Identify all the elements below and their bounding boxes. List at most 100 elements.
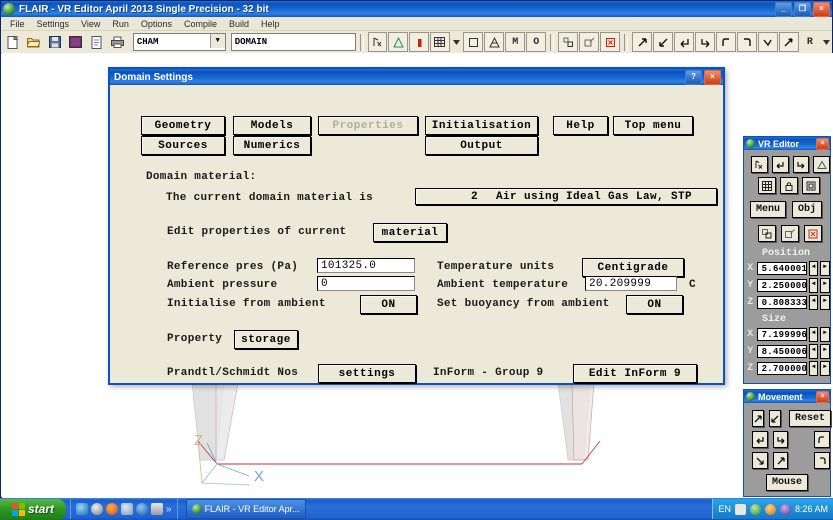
position-y-input[interactable]: 2.250000 (756, 279, 807, 292)
position-x-input[interactable]: 5.640001 (756, 262, 807, 275)
new-file-icon[interactable] (3, 32, 23, 52)
small-object-icon[interactable] (558, 32, 579, 52)
palette-icon[interactable] (66, 32, 86, 52)
menu-item-run[interactable]: Run (106, 18, 135, 30)
start-button[interactable]: start (0, 498, 66, 520)
ambient-temperature-input[interactable]: 20.209999 (585, 276, 677, 291)
volume-icon[interactable] (764, 503, 776, 515)
network-icon[interactable] (734, 503, 746, 515)
ambient-pressure-input[interactable]: 0 (317, 276, 415, 291)
movement-mouse-button[interactable]: Mouse (765, 474, 808, 491)
size-y-input[interactable]: 8.450006 (756, 345, 807, 358)
letter-o-icon[interactable]: O (526, 32, 547, 52)
firefox-icon[interactable] (106, 503, 118, 515)
rotate-left-icon[interactable] (716, 32, 736, 52)
triangle-icon[interactable] (388, 32, 409, 52)
move-up-icon[interactable] (772, 452, 789, 469)
size-z-input[interactable]: 2.700000 (756, 362, 807, 375)
initialisation-button[interactable]: Initialisation (425, 116, 538, 135)
arrow-return-right-icon[interactable] (695, 32, 716, 52)
vr-editor-close-button[interactable]: × (816, 138, 829, 150)
duplicate-object-icon[interactable] (758, 225, 776, 242)
current-material-field[interactable]: 2 Air using Ideal Gas Law, STP (415, 188, 717, 205)
arrow-return-left-icon[interactable] (674, 32, 695, 52)
position-z-decrement[interactable]: ◄ (808, 295, 819, 310)
cone-icon[interactable] (484, 32, 505, 52)
position-y-increment[interactable]: ► (820, 278, 831, 293)
position-x-increment[interactable]: ► (820, 261, 831, 276)
delete-icon[interactable] (804, 225, 822, 242)
size-x-decrement[interactable]: ◄ (808, 327, 819, 342)
notepad-icon[interactable] (151, 503, 163, 515)
grid-dropdown-arrow-icon[interactable] (451, 32, 462, 52)
cursor-probe-icon[interactable] (367, 32, 388, 52)
letter-m-icon[interactable]: M (505, 32, 526, 52)
tray-clock[interactable]: 8:26 AM (795, 504, 828, 514)
position-x-decrement[interactable]: ◄ (808, 261, 819, 276)
size-y-decrement[interactable]: ◄ (808, 344, 819, 359)
size-z-increment[interactable]: ► (820, 361, 831, 376)
close-button[interactable]: × (813, 2, 830, 17)
rotate-right-icon[interactable] (737, 32, 757, 52)
help-button[interactable]: Help (553, 116, 608, 135)
vr-menu-button[interactable]: Menu (750, 201, 787, 218)
top-menu-button[interactable]: Top menu (613, 116, 693, 135)
menu-item-options[interactable]: Options (135, 18, 178, 30)
menu-item-view[interactable]: View (75, 18, 106, 30)
move-return-right-icon[interactable] (772, 431, 789, 448)
taskbar-window-button[interactable]: FLAIR - VR Editor Apr... (185, 499, 306, 519)
menu-item-help[interactable]: Help (255, 18, 286, 30)
usb-icon[interactable] (779, 503, 791, 515)
import-arrow-icon[interactable] (771, 156, 789, 173)
size-x-increment[interactable]: ► (820, 327, 831, 342)
probe-tool-icon[interactable] (751, 156, 768, 173)
tray-language[interactable]: EN (718, 504, 731, 514)
msn-icon[interactable] (121, 503, 133, 515)
export-arrow-icon[interactable] (792, 156, 810, 173)
output-button[interactable]: Output (425, 136, 538, 155)
geometry-button[interactable]: Geometry (141, 116, 225, 135)
r-dropdown-arrow-icon[interactable] (821, 32, 832, 52)
menu-item-file[interactable]: File (4, 18, 31, 30)
arrow-wave-down-icon[interactable] (757, 32, 778, 52)
position-z-input[interactable]: 0.808333 (756, 296, 807, 309)
size-z-decrement[interactable]: ◄ (808, 361, 819, 376)
move-down-left-icon[interactable] (769, 410, 781, 427)
move-return-left-icon[interactable] (752, 431, 768, 448)
set-buoyancy-toggle[interactable]: ON (626, 295, 683, 314)
case-title-field[interactable]: DOMAIN (230, 33, 356, 51)
initialise-from-ambient-toggle[interactable]: ON (360, 295, 417, 314)
arrow-up-right-icon[interactable] (632, 32, 653, 52)
save-disk-icon[interactable] (45, 32, 65, 52)
open-folder-icon[interactable] (24, 32, 44, 52)
movement-close-button[interactable]: × (816, 391, 829, 403)
vr-obj-button[interactable]: Obj (792, 201, 823, 218)
media-player-icon[interactable] (91, 503, 103, 515)
shape-icon[interactable] (813, 156, 830, 173)
outlook-icon[interactable] (136, 503, 148, 515)
movement-reset-button[interactable]: Reset (789, 410, 832, 427)
edit-material-button[interactable]: material (373, 223, 447, 242)
menu-item-compile[interactable]: Compile (178, 18, 223, 30)
object-box-icon[interactable] (802, 177, 820, 194)
grid-icon[interactable] (430, 32, 451, 52)
temperature-units-button[interactable]: Centigrade (582, 258, 684, 277)
reference-pressure-input[interactable]: 101325.0 (317, 258, 415, 273)
move-down-icon[interactable] (752, 452, 768, 469)
sources-button[interactable]: Sources (141, 136, 225, 155)
edit-object-icon[interactable] (579, 32, 600, 52)
shield-icon[interactable] (749, 503, 761, 515)
restore-button[interactable]: ❐ (794, 2, 811, 17)
print-icon[interactable] (108, 32, 128, 52)
size-x-input[interactable]: 7.199996 (756, 328, 807, 341)
document-icon[interactable] (87, 32, 107, 52)
numerics-button[interactable]: Numerics (233, 136, 311, 155)
arrow-diagonal-up-icon[interactable] (778, 32, 799, 52)
case-selector-combo[interactable]: CHAM ▼ (132, 33, 226, 51)
position-y-decrement[interactable]: ◄ (808, 278, 819, 293)
minimize-button[interactable]: _ (775, 2, 792, 17)
rotate-cw-icon[interactable] (814, 452, 831, 469)
lock-icon[interactable] (780, 177, 798, 194)
prandtl-settings-button[interactable]: settings (318, 364, 416, 383)
red-block-icon[interactable] (409, 32, 430, 52)
